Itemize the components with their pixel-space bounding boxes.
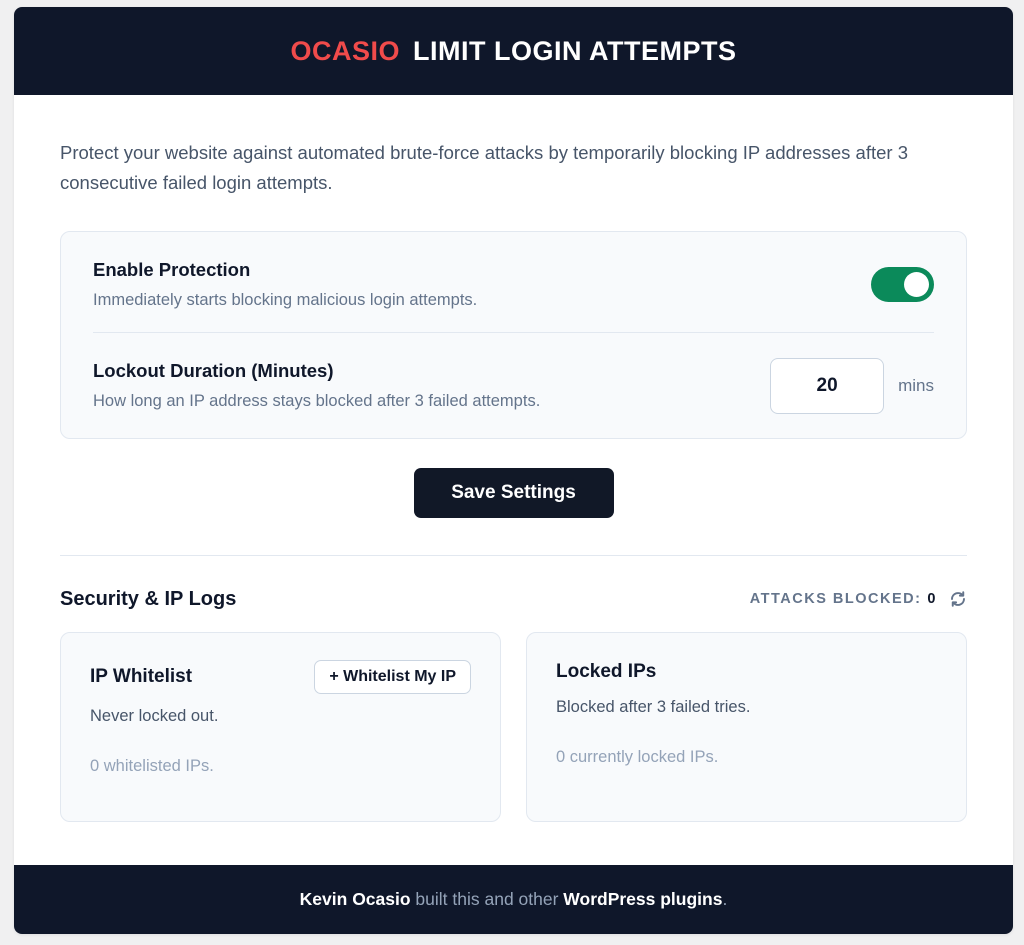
logs-title: Security & IP Logs [60,587,237,610]
brand-name: OCASIO [290,35,401,66]
protection-text: Enable Protection Immediately starts blo… [93,259,477,310]
footer-plugins-link[interactable]: WordPress plugins [563,889,722,910]
protection-label: Enable Protection [93,258,251,280]
protection-toggle[interactable] [871,266,934,302]
locked-title: Locked IPs [556,661,657,682]
attacks-blocked-label: ATTACKS BLOCKED: [749,591,922,607]
lockout-description: How long an IP address stays blocked aft… [93,392,541,410]
lockout-duration-input[interactable] [770,357,885,414]
refresh-icon[interactable] [949,590,967,608]
whitelist-my-ip-button[interactable]: + Whitelist My IP [314,660,471,694]
attacks-blocked-counter: ATTACKS BLOCKED: 0 [750,590,967,608]
footer-author-link[interactable]: Kevin Ocasio [300,889,411,910]
lockout-control: mins [770,357,934,414]
whitelist-empty-text: 0 whitelisted IPs. [90,757,214,775]
intro-text: Protect your website against automated b… [60,142,909,193]
lockout-unit: mins [898,375,934,395]
logs-header: Security & IP Logs ATTACKS BLOCKED: 0 [60,586,967,612]
footer-text: built this and other [410,889,564,909]
whitelist-head: IP Whitelist + Whitelist My IP [90,660,471,694]
page-title: LIMIT LOGIN ATTEMPTS [413,35,737,66]
save-wrap: Save Settings [60,468,967,518]
whitelist-title: IP Whitelist [90,666,193,687]
content-area: Protect your website against automated b… [14,138,1013,822]
lockout-row: Lockout Duration (Minutes) How long an I… [93,333,934,438]
locked-description: Blocked after 3 failed tries. [556,698,751,716]
footer-end: . [722,889,728,909]
toggle-knob [904,271,929,297]
log-panels: IP Whitelist + Whitelist My IP Never loc… [60,632,967,822]
settings-panel: Enable Protection Immediately starts blo… [60,231,967,439]
whitelist-panel: IP Whitelist + Whitelist My IP Never loc… [60,632,501,822]
lockout-label: Lockout Duration (Minutes) [93,360,334,381]
attacks-blocked-count: 0 [927,591,937,607]
locked-head: Locked IPs [556,659,937,685]
protection-row: Enable Protection Immediately starts blo… [93,232,934,333]
plugin-card: OCASIO LIMIT LOGIN ATTEMPTS Protect your… [14,7,1013,934]
section-divider [60,555,967,556]
protection-description: Immediately starts blocking malicious lo… [93,290,478,309]
footer-bar: Kevin Ocasio built this and other WordPr… [14,865,1013,934]
header-bar: OCASIO LIMIT LOGIN ATTEMPTS [14,7,1013,95]
save-settings-button[interactable]: Save Settings [413,468,614,518]
lockout-text: Lockout Duration (Minutes) How long an I… [93,360,540,411]
whitelist-description: Never locked out. [90,707,219,725]
locked-ips-panel: Locked IPs Blocked after 3 failed tries.… [526,632,967,822]
locked-empty-text: 0 currently locked IPs. [556,748,719,766]
